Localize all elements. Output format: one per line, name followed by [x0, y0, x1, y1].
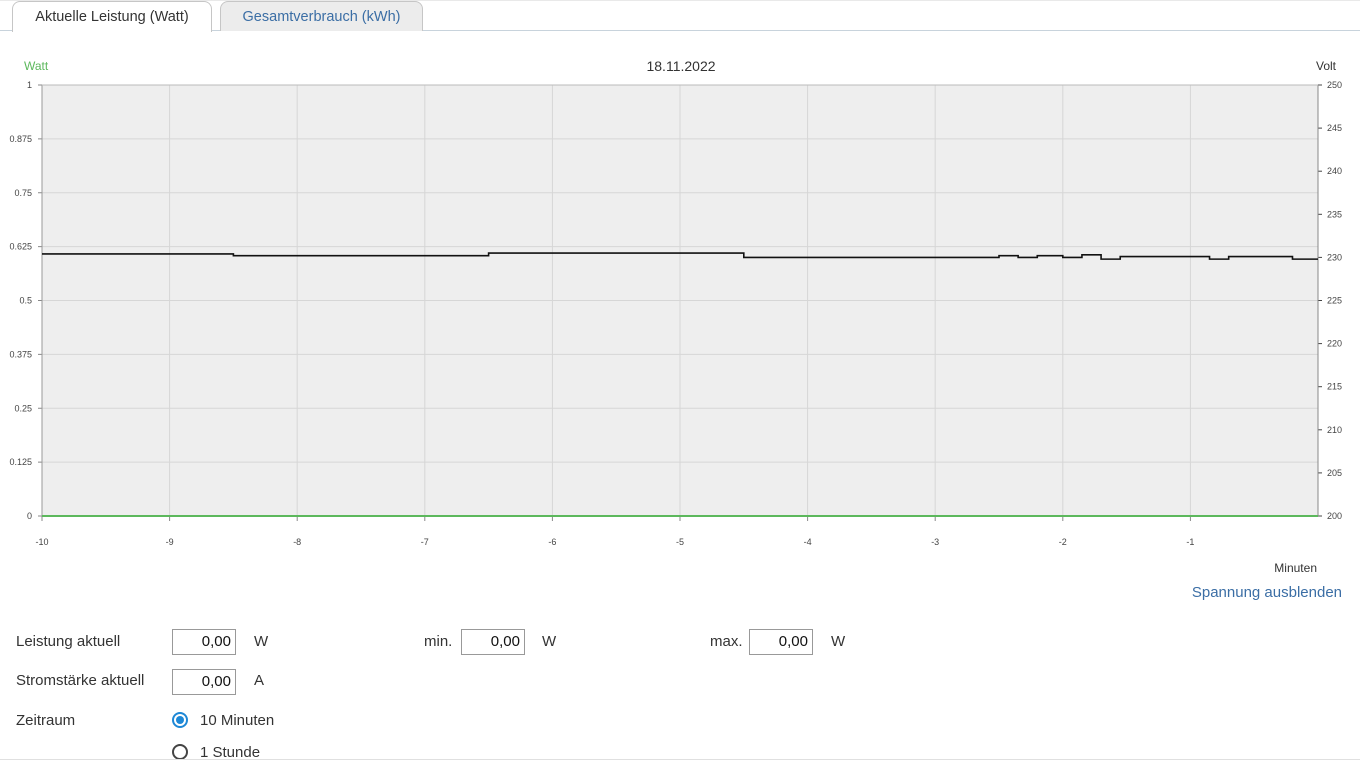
current-amperage-label: Stromstärke aktuell: [16, 672, 145, 689]
x-tick-label: -4: [804, 537, 812, 547]
x-tick-label: -9: [166, 537, 174, 547]
toggle-voltage-link[interactable]: Spannung ausblenden: [1192, 584, 1342, 601]
min-unit: W: [542, 633, 557, 650]
x-tick-label: -10: [35, 537, 48, 547]
current-unit: A: [254, 672, 265, 689]
left-axis-label: Watt: [24, 59, 49, 73]
y2-tick-label: 220: [1327, 339, 1342, 349]
x-axis-label: Minuten: [1274, 561, 1317, 575]
max-unit: W: [831, 633, 846, 650]
power-voltage-chart: 18.11.2022 Watt Volt Minuten 0 0.125 0.25 0…: [9, 58, 1342, 575]
x-tick-label: -2: [1059, 537, 1067, 547]
radio-10-minutes[interactable]: [172, 712, 188, 728]
x-tick-label: -6: [548, 537, 556, 547]
power-unit: W: [254, 633, 269, 650]
y-tick-label: 0.625: [9, 242, 32, 252]
min-field: 0,00: [461, 629, 525, 655]
timerange-label: Zeitraum: [16, 712, 76, 729]
max-label: max.: [710, 633, 743, 650]
x-tick-label: -1: [1186, 537, 1194, 547]
y2-tick-label: 215: [1327, 382, 1342, 392]
y-tick-label: 0.125: [9, 457, 32, 467]
y-tick-label: 0.25: [14, 403, 32, 413]
radio-10-minutes-label[interactable]: 10 Minuten: [200, 712, 274, 729]
y2-tick-label: 210: [1327, 425, 1342, 435]
current-amperage-field: 0,00: [172, 669, 236, 695]
max-field: 0,00: [749, 629, 813, 655]
min-label: min.: [424, 633, 453, 650]
radio-1-hour[interactable]: [172, 744, 188, 760]
y-tick-label: 1: [27, 80, 32, 90]
power-current-field: 0,00: [172, 629, 236, 655]
tab-bar: Aktuelle Leistung (Watt) Gesamtverbrauch…: [0, 0, 1360, 32]
x-tick-label: -7: [421, 537, 429, 547]
y2-tick-label: 245: [1327, 123, 1342, 133]
y2-tick-label: 225: [1327, 296, 1342, 306]
y2-tick-label: 250: [1327, 80, 1342, 90]
power-current-label: Leistung aktuell: [16, 633, 121, 650]
chart-title: 18.11.2022: [646, 58, 715, 74]
y2-tick-label: 230: [1327, 252, 1342, 262]
right-axis-label: Volt: [1316, 59, 1337, 73]
bottom-border: [0, 759, 1360, 760]
y2-tick-label: 235: [1327, 209, 1342, 219]
x-tick-label: -5: [676, 537, 684, 547]
y-tick-label: 0.75: [14, 188, 32, 198]
x-tick-label: -3: [931, 537, 939, 547]
y2-tick-label: 205: [1327, 468, 1342, 478]
y2-tick-label: 200: [1327, 511, 1342, 521]
tab-current-power[interactable]: Aktuelle Leistung (Watt): [12, 1, 212, 32]
x-tick-label: -8: [293, 537, 301, 547]
y-tick-label: 0.5: [19, 296, 32, 306]
y2-tick-label: 240: [1327, 166, 1342, 176]
y-tick-label: 0: [27, 511, 32, 521]
tab-total-consumption[interactable]: Gesamtverbrauch (kWh): [220, 1, 423, 31]
y-tick-label: 0.875: [9, 134, 32, 144]
y-tick-label: 0.375: [9, 349, 32, 359]
